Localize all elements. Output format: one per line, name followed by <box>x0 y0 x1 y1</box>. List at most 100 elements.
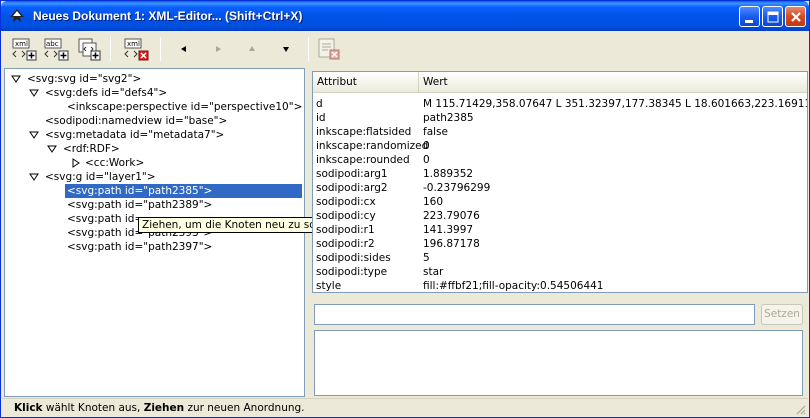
status-text: Klick wählt Knoten aus, Ziehen zur neuen… <box>14 402 305 414</box>
new-element-node-icon[interactable]: xml <box>12 36 38 62</box>
tree-node[interactable]: <svg:g id="layer1"> <box>29 170 301 184</box>
attribute-value: 141.3997 <box>423 224 474 236</box>
set-button[interactable]: Setzen <box>761 304 803 325</box>
attribute-name: sodipodi:arg1 <box>316 168 388 180</box>
attribute-value-textarea[interactable] <box>314 330 803 396</box>
expander-open-icon[interactable] <box>29 88 39 98</box>
svg-text:abc: abc <box>46 40 59 48</box>
toolbar-separator <box>160 37 161 61</box>
attribute-row[interactable]: sodipodi:r1 141.3997 <box>313 223 807 237</box>
expander-open-icon[interactable] <box>47 144 57 154</box>
tree-node[interactable]: <svg:path id="path2389"> <box>65 198 301 212</box>
attribute-value: fill:#ffbf21;fill-opacity:0.54506441 <box>423 280 604 292</box>
attribute-name: id <box>316 112 326 124</box>
attribute-name: sodipodi:r2 <box>316 238 375 250</box>
attribute-value: path2385 <box>423 112 474 124</box>
close-button[interactable] <box>785 6 806 27</box>
attribute-row[interactable]: inkscape:flatsided false <box>313 125 807 139</box>
tree-node[interactable]: <inkscape:perspective id="perspective10"… <box>65 100 303 114</box>
attribute-name: d <box>316 98 323 110</box>
attribute-value: -0.23796299 <box>423 182 491 194</box>
attribute-name: inkscape:flatsided <box>316 126 412 138</box>
tree-node[interactable]: <cc:Work> <box>71 156 301 170</box>
indent-node-icon[interactable] <box>205 36 231 62</box>
tree-node[interactable]: <svg:svg id="svg2"> <box>11 72 301 86</box>
tree-node[interactable]: <svg:defs id="defs4"> <box>29 86 301 100</box>
lower-node-icon[interactable] <box>273 36 299 62</box>
tree-node-label: <rdf:RDF> <box>63 143 120 155</box>
attribute-row[interactable]: sodipodi:sides 5 <box>313 251 807 265</box>
attribute-name: sodipodi:sides <box>316 252 391 264</box>
attribute-row[interactable]: sodipodi:r2 196.87178 <box>313 237 807 251</box>
status-drag: Ziehen <box>143 402 185 414</box>
toolbar: xml abc xml <box>2 31 808 68</box>
attribute-row[interactable]: sodipodi:arg1 1.889352 <box>313 167 807 181</box>
svg-text:xml: xml <box>15 40 28 48</box>
delete-node-icon[interactable]: xml <box>124 36 150 62</box>
attribute-value: M 115.71429,358.07647 L 351.32397,177.38… <box>423 98 808 110</box>
attribute-name: sodipodi:cy <box>316 210 376 222</box>
status-click: Klick <box>14 402 43 414</box>
tree-node-label: <svg:defs id="defs4"> <box>45 87 168 99</box>
attribute-row[interactable]: inkscape:rounded 0 <box>313 153 807 167</box>
tree-node-label: <inkscape:perspective id="perspective10"… <box>67 101 303 113</box>
tree-node-label: <svg:path id="path2385"> <box>67 185 213 197</box>
attribute-value: 5 <box>423 252 430 264</box>
attribute-row[interactable]: inkscape:randomized 0 <box>313 139 807 153</box>
attribute-row[interactable]: sodipodi:arg2 -0.23796299 <box>313 181 807 195</box>
attribute-name: sodipodi:r1 <box>316 224 375 236</box>
window-title: Neues Dokument 1: XML-Editor... (Shift+C… <box>33 9 303 23</box>
expander-open-icon[interactable] <box>29 172 39 182</box>
status-select: wählt Knoten aus, <box>42 402 144 414</box>
tree-node-label: <svg:g id="layer1"> <box>45 171 156 183</box>
attribute-name: sodipodi:arg2 <box>316 182 388 194</box>
minimize-button[interactable] <box>739 6 760 27</box>
tree-node-label: <svg:metadata id="metadata7"> <box>45 129 225 141</box>
new-text-node-icon[interactable]: abc <box>44 36 70 62</box>
tree-node-selected[interactable]: <svg:path id="path2385"> <box>65 184 302 198</box>
delete-attribute-icon[interactable] <box>316 36 342 62</box>
tree-node-label: <sodipodi:namedview id="base"> <box>45 115 228 127</box>
attribute-table-header: Attribut Wert <box>313 72 807 93</box>
toolbar-separator <box>110 37 111 61</box>
expander-open-icon[interactable] <box>29 130 39 140</box>
tree-node[interactable]: <svg:metadata id="metadata7"> <box>29 128 301 142</box>
attribute-name: style <box>316 280 342 292</box>
tree-node[interactable]: <sodipodi:namedview id="base"> <box>43 114 301 128</box>
tree-node[interactable]: <svg:path id="path2397"> <box>65 240 301 254</box>
attribute-row[interactable]: sodipodi:type star <box>313 265 807 279</box>
tree-node-label: <svg:path id="path2397"> <box>67 241 213 253</box>
xml-editor-window: Neues Dokument 1: XML-Editor... (Shift+C… <box>0 0 810 418</box>
svg-text:xml: xml <box>127 40 140 48</box>
attribute-value: star <box>423 266 444 278</box>
unindent-node-icon[interactable] <box>172 36 198 62</box>
expander-open-icon[interactable] <box>11 74 21 84</box>
tree-node[interactable]: <rdf:RDF> <box>47 142 301 156</box>
attribute-row[interactable]: sodipodi:cx 160 <box>313 195 807 209</box>
attribute-value: 160 <box>423 196 444 208</box>
toolbar-separator <box>308 37 309 61</box>
attribute-row[interactable]: sodipodi:cy 223.79076 <box>313 209 807 223</box>
attribute-row[interactable]: d M 115.71429,358.07647 L 351.32397,177.3… <box>313 97 808 111</box>
expander-closed-icon[interactable] <box>71 158 81 168</box>
column-header-value[interactable]: Wert <box>419 72 807 93</box>
attribute-row[interactable]: id path2385 <box>313 111 807 125</box>
attribute-name: sodipodi:type <box>316 266 388 278</box>
duplicate-node-icon[interactable] <box>76 36 102 62</box>
attribute-table[interactable]: Attribut Wert d M 115.71429,358.07647 L 3… <box>312 71 808 293</box>
status-bar: Klick wählt Knoten aus, Ziehen zur neuen… <box>2 398 808 417</box>
inkscape-app-icon <box>9 8 25 24</box>
resize-grip-icon[interactable] <box>794 403 806 415</box>
attribute-value-input[interactable] <box>314 304 755 325</box>
tree-node-label: <svg:path id= <box>67 213 144 225</box>
attribute-value: 0 <box>423 140 430 152</box>
column-header-attribute[interactable]: Attribut <box>313 72 419 93</box>
title-bar[interactable]: Neues Dokument 1: XML-Editor... (Shift+C… <box>1 1 809 31</box>
attribute-value: 196.87178 <box>423 238 480 250</box>
attribute-value: false <box>423 126 448 138</box>
raise-node-icon[interactable] <box>239 36 265 62</box>
attribute-name: sodipodi:cx <box>316 196 376 208</box>
tree-node-label: <svg:path id="path2389"> <box>67 199 213 211</box>
attribute-row[interactable]: style fill:#ffbf21;fill-opacity:0.5450644… <box>313 279 807 292</box>
maximize-button[interactable] <box>762 6 783 27</box>
